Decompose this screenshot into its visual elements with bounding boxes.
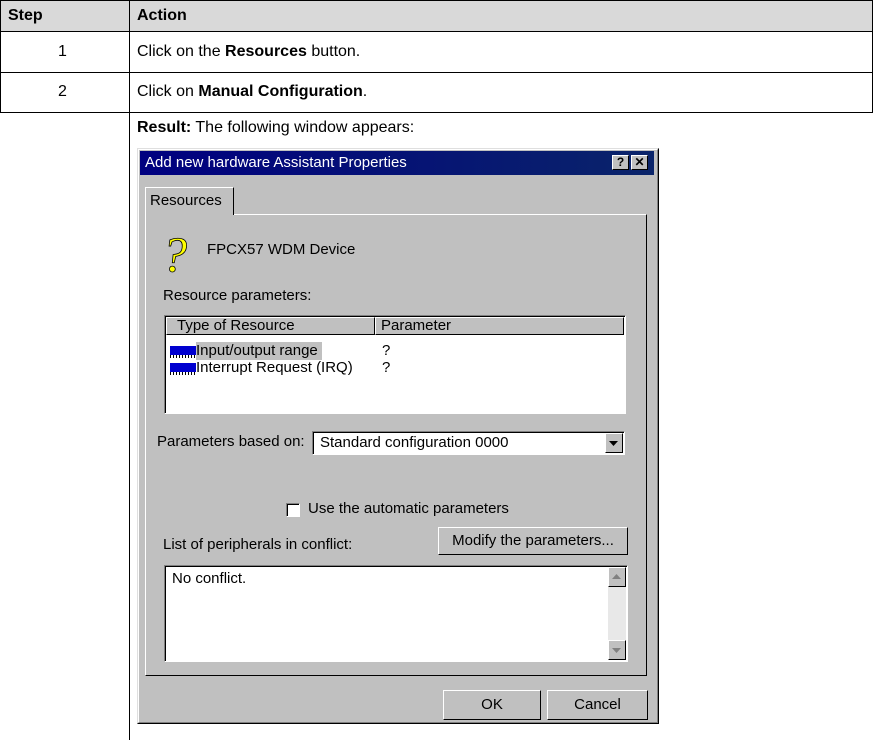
scroll-down-button[interactable] xyxy=(608,640,626,660)
question-mark-icon: ? xyxy=(162,231,188,275)
step-number: 2 xyxy=(58,83,67,100)
resource-parameters-label: Resource parameters: xyxy=(163,287,312,304)
parameters-based-on-label: Parameters based on: xyxy=(157,433,305,450)
resource-type: Interrupt Request (IRQ) xyxy=(196,359,353,376)
parameters-based-on-select[interactable]: Standard configuration 0000 xyxy=(312,431,625,455)
action-column-header: Action xyxy=(137,7,187,24)
automatic-parameters-label: Use the automatic parameters xyxy=(308,500,509,517)
modify-parameters-button[interactable]: Modify the parameters... xyxy=(438,527,628,555)
conflict-list-label: List of peripherals in conflict: xyxy=(163,536,353,553)
tab-label: Resources xyxy=(150,192,222,209)
memory-icon xyxy=(170,346,196,358)
chevron-up-icon xyxy=(612,574,621,579)
help-icon: ? xyxy=(616,155,625,169)
memory-icon xyxy=(170,363,196,375)
chevron-down-icon xyxy=(609,441,618,446)
dropdown-button[interactable] xyxy=(605,433,623,453)
close-icon: ✕ xyxy=(634,155,645,169)
selected-configuration: Standard configuration 0000 xyxy=(320,434,509,451)
conflict-list[interactable]: No conflict. xyxy=(164,565,628,662)
chevron-down-icon xyxy=(612,648,621,653)
properties-dialog: Add new hardware Assistant Properties ? … xyxy=(137,148,659,724)
cancel-button[interactable]: Cancel xyxy=(547,690,648,720)
automatic-parameters-checkbox[interactable] xyxy=(286,503,300,517)
ok-button[interactable]: OK xyxy=(443,690,541,720)
step-number: 1 xyxy=(58,43,67,60)
close-button[interactable]: ✕ xyxy=(631,155,648,170)
resource-parameter: ? xyxy=(382,342,391,359)
conflict-text: No conflict. xyxy=(172,570,247,587)
help-button[interactable]: ? xyxy=(612,155,629,170)
table-header-row xyxy=(1,1,872,31)
resource-type: Input/output range xyxy=(196,342,322,360)
device-name: FPCX57 WDM Device xyxy=(207,241,356,258)
dialog-titlebar[interactable]: Add new hardware Assistant Properties ? … xyxy=(140,151,654,175)
action-text: Click on the Resources button. xyxy=(137,43,361,60)
scroll-up-button[interactable] xyxy=(608,567,626,587)
resource-parameter: ? xyxy=(382,359,391,376)
tab-resources[interactable]: Resources xyxy=(145,187,234,215)
step-column-header: Step xyxy=(8,7,43,24)
action-text: Click on Manual Configuration. xyxy=(137,83,368,100)
dialog-title: Add new hardware Assistant Properties xyxy=(145,154,407,171)
type-of-resource-column-header[interactable]: Type of Resource xyxy=(166,317,375,335)
parameter-column-header[interactable]: Parameter xyxy=(375,317,624,335)
result-text: Result: The following window appears: xyxy=(137,119,415,136)
svg-text:?: ? xyxy=(162,231,187,275)
